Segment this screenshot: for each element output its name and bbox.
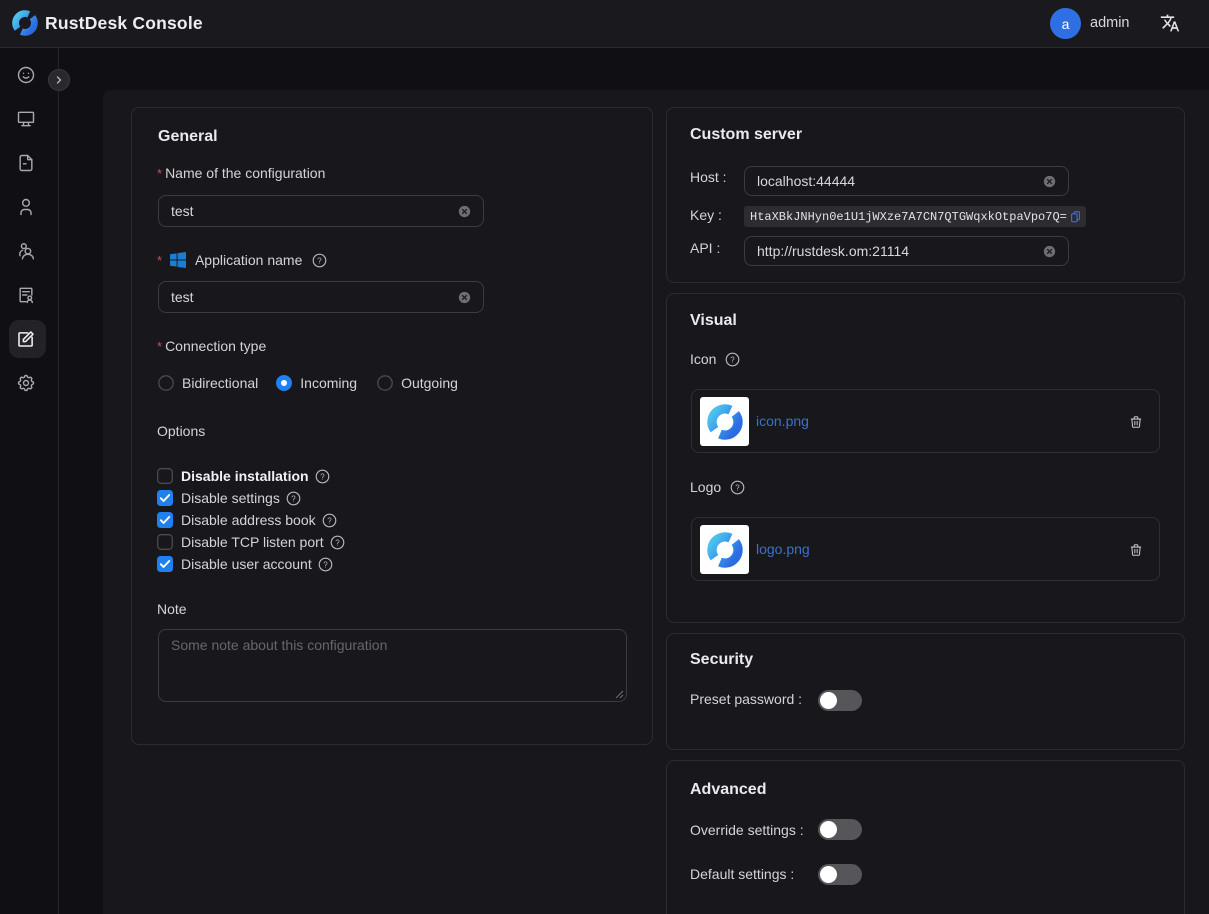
svg-text:?: ? (291, 494, 296, 503)
svg-text:?: ? (323, 560, 328, 569)
svg-text:?: ? (335, 538, 340, 547)
svg-text:?: ? (317, 256, 322, 265)
svg-text:?: ? (320, 472, 325, 481)
svg-text:?: ? (735, 483, 740, 492)
svg-text:?: ? (327, 516, 332, 525)
svg-text:?: ? (731, 355, 736, 364)
